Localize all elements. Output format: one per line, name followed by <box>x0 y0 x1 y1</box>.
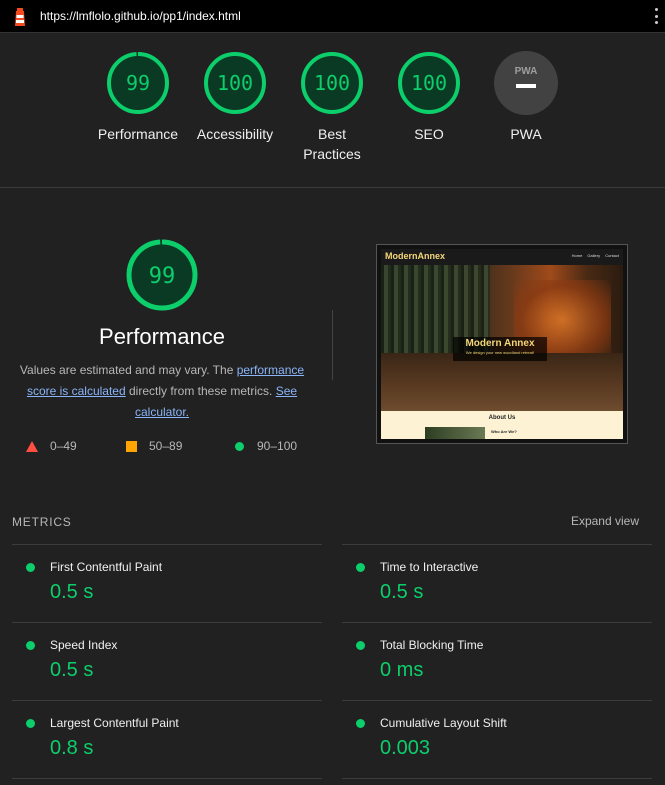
pwa-text: PWA <box>515 66 538 77</box>
metric-value: 0.003 <box>380 737 431 759</box>
square-icon <box>126 440 137 452</box>
gauge-best-practices[interactable]: 100 Best Practices <box>282 51 382 164</box>
pass-circle-icon <box>356 719 365 728</box>
score-ring: 99 <box>107 52 169 114</box>
kebab-menu-icon[interactable] <box>655 8 659 24</box>
pass-circle-icon <box>26 641 35 650</box>
page-url[interactable]: https://lmflolo.github.io/pp1/index.html <box>40 9 241 23</box>
pass-circle-icon <box>356 641 365 650</box>
thumb-hero-title: Modern Annex <box>465 338 535 349</box>
pwa-badge-icon: PWA <box>494 51 558 115</box>
gauge-label: PWA <box>510 126 542 142</box>
metric-first-contentful-paint: First Contentful Paint 0.5 s <box>12 544 322 622</box>
metric-time-to-interactive: Time to Interactive 0.5 s <box>342 544 652 622</box>
metric-name: Speed Index <box>50 638 118 652</box>
metrics-heading: METRICS <box>12 515 72 529</box>
performance-description: Values are estimated and may vary. The p… <box>19 363 305 419</box>
thumb-about-heading: About Us <box>488 415 516 421</box>
thumb-hero-image: Modern Annex We design your new woodland… <box>381 265 623 411</box>
url-bar: https://lmflolo.github.io/pp1/index.html <box>0 0 665 33</box>
gauge-score: 100 <box>411 71 447 95</box>
gauge-score: 99 <box>126 71 150 95</box>
thumb-who-heading: Who Are We? <box>491 429 517 434</box>
performance-score-ring: 99 <box>126 239 198 311</box>
gauge-pwa[interactable]: PWA PWA <box>476 51 576 144</box>
thumb-hero-title-box: Modern Annex We design your new woodland… <box>453 337 547 361</box>
metric-cumulative-layout-shift: Cumulative Layout Shift 0.003 <box>342 700 652 778</box>
metric-name: First Contentful Paint <box>50 560 163 574</box>
gauge-label: Best Practices <box>303 126 361 162</box>
thumb-nav-links: Home Gallery Contact <box>571 253 619 258</box>
divider <box>342 778 652 779</box>
lighthouse-icon <box>15 8 25 26</box>
thumb-navbar: ModernAnnex Home Gallery Contact <box>381 249 623 265</box>
metric-total-blocking-time: Total Blocking Time 0 ms <box>342 622 652 700</box>
final-screenshot[interactable]: ModernAnnex Home Gallery Contact Modern … <box>376 244 628 444</box>
circle-icon <box>235 441 244 451</box>
legend-fail: 0–49 <box>26 438 77 454</box>
metric-speed-index: Speed Index 0.5 s <box>12 622 322 700</box>
category-gauges: 99 Performance 100 Accessibility 100 Bes… <box>0 33 665 188</box>
gauge-label: Performance <box>97 126 179 142</box>
gauge-seo[interactable]: 100 SEO <box>379 51 479 144</box>
thumb-hero-subtitle: We design your new woodland retreat! <box>465 350 535 355</box>
performance-title: Performance <box>99 324 225 349</box>
gauge-accessibility[interactable]: 100 Accessibility <box>185 51 285 144</box>
metric-name: Largest Contentful Paint <box>50 716 179 730</box>
metric-value: 0.5 s <box>50 659 94 681</box>
divider <box>332 310 333 380</box>
metric-value: 0.5 s <box>50 581 94 603</box>
divider <box>12 778 322 779</box>
metric-name: Cumulative Layout Shift <box>380 716 507 730</box>
score-ring: 100 <box>204 52 266 114</box>
score-ring: 100 <box>301 52 363 114</box>
metric-value: 0.8 s <box>50 737 94 759</box>
gauge-label: SEO <box>414 126 444 142</box>
gauge-score: 100 <box>314 71 350 95</box>
legend-pass: 90–100 <box>234 438 297 454</box>
metric-value: 0 ms <box>380 659 424 681</box>
performance-score: 99 <box>149 264 176 289</box>
expand-view-button[interactable]: Expand view <box>571 514 639 528</box>
score-ring: 100 <box>398 52 460 114</box>
thumb-about-image <box>425 427 485 439</box>
metric-name: Total Blocking Time <box>380 638 484 652</box>
pass-circle-icon <box>356 563 365 572</box>
legend-average: 50–89 <box>126 438 182 454</box>
metric-value: 0.5 s <box>380 581 424 603</box>
metric-name: Time to Interactive <box>380 560 479 574</box>
gauge-label: Accessibility <box>196 126 274 142</box>
triangle-icon <box>26 440 38 452</box>
metric-largest-contentful-paint: Largest Contentful Paint 0.8 s <box>12 700 322 778</box>
gauge-score: 100 <box>217 71 253 95</box>
pass-circle-icon <box>26 563 35 572</box>
thumb-brand: ModernAnnex <box>385 251 446 261</box>
gauge-performance[interactable]: 99 Performance <box>88 51 188 144</box>
screenshot-image: ModernAnnex Home Gallery Contact Modern … <box>381 249 623 439</box>
pass-circle-icon <box>26 719 35 728</box>
